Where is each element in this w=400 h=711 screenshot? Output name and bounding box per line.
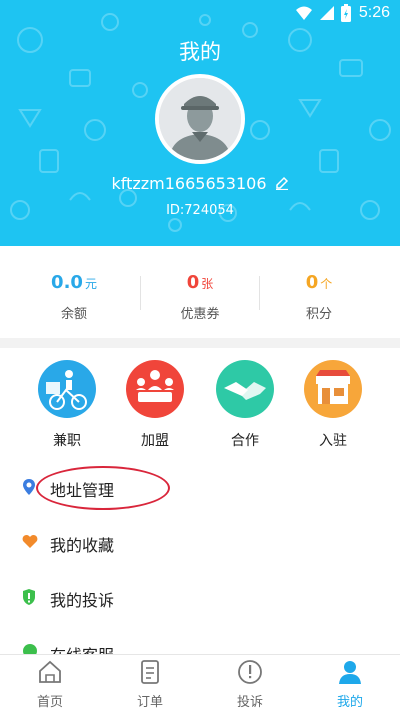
nav-label: 订单 bbox=[136, 695, 163, 710]
shield-alert-icon bbox=[22, 588, 36, 610]
balance-value: 0.0 bbox=[51, 272, 83, 293]
handshake-icon bbox=[216, 360, 274, 418]
menu-label: 我的收藏 bbox=[50, 536, 115, 555]
bottom-nav: 首页 订单 投诉 我的 bbox=[0, 654, 400, 711]
menu-favorites[interactable]: 我的收藏 bbox=[0, 521, 400, 565]
service-settle-in[interactable]: 入驻 bbox=[298, 360, 368, 450]
default-avatar-icon bbox=[159, 78, 241, 160]
battery-icon bbox=[340, 4, 351, 22]
coupon-value: 0 bbox=[186, 272, 200, 293]
points-value: 0 bbox=[305, 272, 319, 293]
edit-pencil-icon[interactable] bbox=[275, 175, 289, 194]
nav-home[interactable]: 首页 bbox=[0, 659, 100, 710]
storefront-icon bbox=[304, 360, 362, 418]
service-cooperation[interactable]: 合作 bbox=[210, 360, 280, 450]
order-list-icon bbox=[100, 659, 200, 685]
nav-complaints[interactable]: 投诉 bbox=[200, 659, 300, 710]
nav-label: 首页 bbox=[36, 695, 63, 710]
service-part-time[interactable]: 兼职 bbox=[32, 360, 102, 450]
highlight-annotation bbox=[36, 466, 170, 510]
location-pin-icon bbox=[22, 478, 36, 500]
balance-label: 余额 bbox=[60, 307, 87, 322]
service-label: 入驻 bbox=[319, 433, 347, 449]
page-title: 我的 bbox=[179, 40, 221, 64]
nav-label: 投诉 bbox=[236, 695, 263, 710]
courier-bike-icon bbox=[38, 360, 96, 418]
account-stats: 0.0 元 余额 0张 优惠券 0个 积分 bbox=[0, 246, 400, 338]
username-row: kftzzm1665653106 bbox=[0, 174, 400, 194]
username: kftzzm1665653106 bbox=[111, 174, 267, 193]
home-icon bbox=[0, 659, 100, 685]
service-franchise[interactable]: 加盟 bbox=[120, 360, 190, 450]
service-label: 合作 bbox=[231, 433, 259, 449]
menu-complaints[interactable]: 我的投诉 bbox=[0, 576, 400, 620]
nav-orders[interactable]: 订单 bbox=[100, 659, 200, 710]
coupon-label: 优惠券 bbox=[180, 307, 220, 322]
service-label: 加盟 bbox=[141, 433, 169, 449]
balance-unit: 元 bbox=[84, 277, 97, 291]
menu-label: 我的投诉 bbox=[50, 591, 115, 610]
profile-header: 5:26 我的 kftzzm1665653106 ID:724054 bbox=[0, 0, 400, 246]
service-label: 兼职 bbox=[53, 433, 81, 449]
user-id: ID:724054 bbox=[166, 203, 234, 218]
status-bar: 5:26 bbox=[0, 0, 400, 28]
balance-stat[interactable]: 0.0 元 余额 bbox=[14, 272, 134, 322]
coupon-stat[interactable]: 0张 优惠券 bbox=[140, 272, 260, 322]
coupon-unit: 张 bbox=[201, 277, 214, 291]
nav-label: 我的 bbox=[336, 695, 363, 710]
points-label: 积分 bbox=[305, 307, 332, 322]
points-stat[interactable]: 0个 积分 bbox=[259, 272, 379, 322]
meeting-group-icon bbox=[126, 360, 184, 418]
avatar[interactable] bbox=[155, 74, 245, 164]
points-unit: 个 bbox=[320, 277, 333, 291]
section-gap bbox=[0, 338, 400, 348]
heart-icon bbox=[22, 533, 38, 553]
signal-icon bbox=[319, 6, 334, 20]
nav-profile[interactable]: 我的 bbox=[300, 659, 400, 710]
wifi-icon bbox=[295, 6, 312, 20]
profile-icon bbox=[300, 659, 400, 685]
complaint-icon bbox=[200, 659, 300, 685]
status-time: 5:26 bbox=[358, 4, 390, 21]
